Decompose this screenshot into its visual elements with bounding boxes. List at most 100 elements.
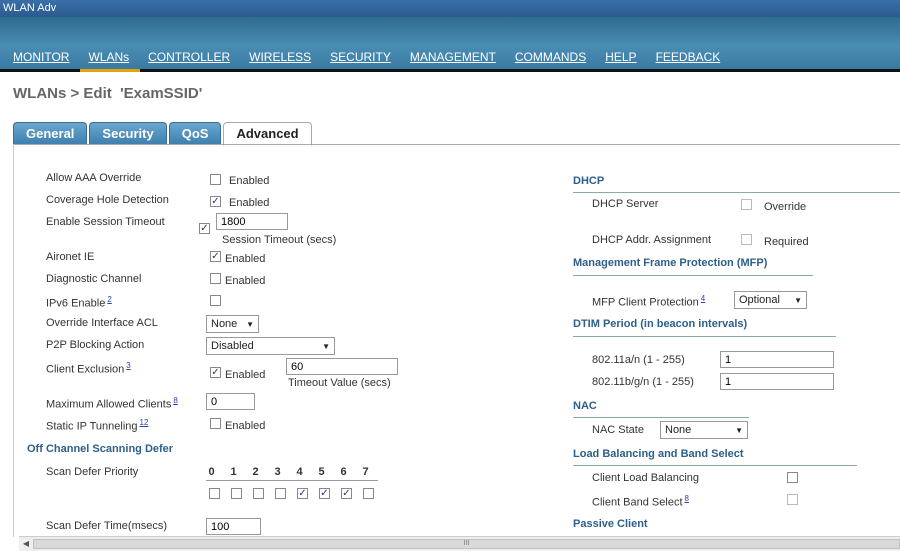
- menu-controller[interactable]: CONTROLLER: [148, 50, 230, 64]
- p2p-select[interactable]: Disabled ▼: [206, 337, 335, 355]
- session-timeout-input[interactable]: [216, 213, 288, 230]
- client-exclusion-timeout-input[interactable]: [286, 358, 398, 375]
- band-select-footnote-link[interactable]: 8: [685, 494, 689, 503]
- static-ip-label-text: Static IP Tunneling: [46, 420, 138, 433]
- passive-client-section-title: Passive Client: [573, 518, 648, 530]
- mfp-footnote-link[interactable]: 4: [701, 294, 705, 303]
- priority-checkbox-1[interactable]: [231, 488, 242, 499]
- priority-divider: [206, 480, 378, 481]
- dhcp-divider: [573, 192, 900, 193]
- scroll-left-icon[interactable]: ◀: [19, 537, 33, 551]
- scrollbar-thumb[interactable]: III: [33, 539, 900, 549]
- coverage-hole-checkbox[interactable]: ✓: [210, 196, 221, 207]
- menu-management[interactable]: MANAGEMENT: [410, 50, 496, 64]
- chevron-down-icon: ▼: [794, 296, 802, 305]
- dhcp-required-label: Required: [764, 236, 809, 248]
- ipv6-checkbox[interactable]: [210, 295, 221, 306]
- tab-advanced[interactable]: Advanced: [223, 122, 312, 146]
- priority-checkbox-7[interactable]: [363, 488, 374, 499]
- client-exclusion-label: Client Exclusion 3: [46, 361, 131, 376]
- coverage-hole-label: Coverage Hole Detection: [46, 194, 169, 206]
- diagnostic-channel-label: Diagnostic Channel: [46, 273, 142, 285]
- override-acl-value: None: [211, 318, 238, 330]
- scan-defer-time-label: Scan Defer Time(msecs): [46, 520, 168, 532]
- dhcp-server-label: DHCP Server: [592, 198, 659, 210]
- scan-defer-time-input[interactable]: [206, 518, 261, 535]
- menu-wireless[interactable]: WIRELESS: [249, 50, 311, 64]
- tab-qos[interactable]: QoS: [168, 122, 222, 144]
- priority-checkbox-5[interactable]: ✓: [319, 488, 330, 499]
- page-title: WLANs > Edit 'ExamSSID': [13, 85, 203, 102]
- priority-number-3: 3: [274, 466, 281, 478]
- tab-security[interactable]: Security: [89, 122, 167, 144]
- priority-checkbox-3[interactable]: [275, 488, 286, 499]
- priority-number-1: 1: [230, 466, 237, 478]
- dhcp-required-checkbox[interactable]: [741, 234, 752, 245]
- mfp-section-title: Management Frame Protection (MFP): [573, 257, 768, 269]
- static-ip-checkbox[interactable]: [210, 418, 221, 429]
- dtim-section-title: DTIM Period (in beacon intervals): [573, 318, 748, 330]
- client-exclusion-checkbox[interactable]: ✓: [210, 367, 221, 378]
- diagnostic-channel-checkbox[interactable]: [210, 273, 221, 284]
- dtim-a-label: 802.11a/n (1 - 255): [592, 354, 685, 366]
- session-timeout-label: Enable Session Timeout: [46, 216, 165, 228]
- client-exclusion-footnote-link[interactable]: 3: [126, 361, 130, 370]
- off-channel-section-title: Off Channel Scanning Defer: [27, 443, 174, 455]
- p2p-value: Disabled: [211, 340, 254, 352]
- chevron-down-icon: ▼: [246, 320, 254, 329]
- allow-aaa-label: Allow AAA Override: [46, 172, 142, 184]
- tab-general[interactable]: General: [13, 122, 88, 144]
- static-ip-footnote-link[interactable]: 12: [140, 418, 149, 427]
- allow-aaa-enabled-label: Enabled: [229, 175, 270, 187]
- dhcp-override-checkbox[interactable]: [741, 199, 752, 210]
- priority-checkbox-4[interactable]: ✓: [297, 488, 308, 499]
- priority-number-5: 5: [318, 466, 325, 478]
- scan-defer-priority-label: Scan Defer Priority: [46, 466, 139, 478]
- aironet-ie-enabled-label: Enabled: [225, 253, 266, 265]
- mfp-client-label: MFP Client Protection 4: [592, 294, 705, 309]
- horizontal-scrollbar[interactable]: ◀ III: [19, 536, 900, 551]
- priority-checkbox-6[interactable]: ✓: [341, 488, 352, 499]
- menu-feedback[interactable]: FEEDBACK: [656, 50, 721, 64]
- load-balancing-section-title: Load Balancing and Band Select: [573, 448, 744, 460]
- window-titlebar: WLAN Adv: [0, 0, 900, 17]
- client-load-balancing-checkbox[interactable]: [787, 472, 798, 483]
- priority-number-2: 2: [252, 466, 259, 478]
- client-band-select-checkbox[interactable]: [787, 494, 798, 505]
- priority-checkbox-0[interactable]: [209, 488, 220, 499]
- menu-commands[interactable]: COMMANDS: [515, 50, 586, 64]
- client-exclusion-timeout-caption: Timeout Value (secs): [288, 377, 391, 389]
- main-menu: MONITOR WLANs CONTROLLER WIRELESS SECURI…: [0, 50, 729, 64]
- dtim-b-input[interactable]: [720, 373, 834, 390]
- menu-security[interactable]: SECURITY: [330, 50, 391, 64]
- aironet-ie-checkbox[interactable]: ✓: [210, 251, 221, 262]
- dhcp-section-title: DHCP: [573, 175, 605, 187]
- session-timeout-checkbox[interactable]: ✓: [199, 223, 210, 234]
- session-timeout-caption: Session Timeout (secs): [222, 234, 337, 246]
- priority-checkbox-2[interactable]: [253, 488, 264, 499]
- advanced-panel: Allow AAA Override Enabled Coverage Hole…: [13, 144, 900, 537]
- menu-wlans[interactable]: WLANs: [88, 50, 129, 64]
- allow-aaa-checkbox[interactable]: [210, 174, 221, 185]
- client-exclusion-label-text: Client Exclusion: [46, 363, 125, 376]
- dtim-divider: [573, 336, 836, 337]
- menu-help[interactable]: HELP: [605, 50, 636, 64]
- nac-section-title: NAC: [573, 400, 597, 412]
- load-balancing-divider: [573, 465, 857, 466]
- menu-monitor[interactable]: MONITOR: [13, 50, 69, 64]
- chevron-down-icon: ▼: [322, 342, 330, 351]
- max-clients-input[interactable]: [206, 393, 255, 410]
- dhcp-assignment-label: DHCP Addr. Assignment: [592, 234, 712, 246]
- nac-state-label: NAC State: [592, 424, 644, 436]
- mfp-client-select[interactable]: Optional ▼: [734, 291, 807, 309]
- override-acl-select[interactable]: None ▼: [206, 315, 259, 333]
- max-clients-footnote-link[interactable]: 8: [173, 396, 177, 405]
- nac-state-value: None: [665, 424, 692, 436]
- priority-number-0: 0: [208, 466, 215, 478]
- mfp-divider: [573, 275, 813, 276]
- tab-bar: General Security QoS Advanced: [13, 122, 314, 146]
- static-ip-enabled-label: Enabled: [225, 420, 266, 432]
- ipv6-footnote-link[interactable]: 2: [107, 295, 111, 304]
- nac-state-select[interactable]: None ▼: [660, 421, 748, 439]
- dtim-a-input[interactable]: [720, 351, 834, 368]
